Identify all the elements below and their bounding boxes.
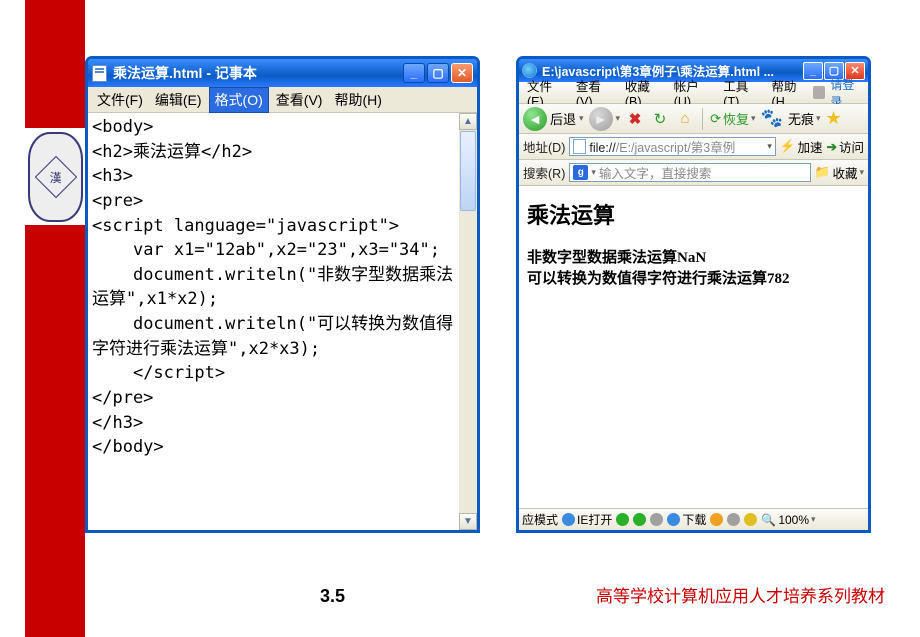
minimize-button[interactable]: _ xyxy=(403,63,425,83)
chevron-down-icon: ▾ xyxy=(811,514,816,525)
slide-red-band-bottom xyxy=(25,225,85,637)
scroll-track[interactable] xyxy=(459,212,477,513)
address-label: 地址(D) xyxy=(523,137,565,156)
chevron-down-icon: ▾ xyxy=(616,113,621,124)
folder-icon: 📁 xyxy=(815,165,831,180)
forward-button[interactable]: ► ▾ xyxy=(589,107,621,131)
go-icon: ➔ xyxy=(827,139,837,154)
status-icon-gray[interactable] xyxy=(650,513,663,526)
chevron-down-icon: ▾ xyxy=(751,113,756,124)
menu-help[interactable]: 帮助(H) xyxy=(329,88,386,112)
star-icon[interactable]: ★ xyxy=(826,108,842,129)
address-text: file:///E:/javascript/第3章例 xyxy=(589,137,735,156)
chevron-down-icon: ▾ xyxy=(859,167,864,178)
notepad-title: 乘法运算.html - 记事本 xyxy=(113,63,257,83)
ie-label: IE打开 xyxy=(577,511,612,528)
content-heading: 乘法运算 xyxy=(527,198,860,230)
menu-view[interactable]: 查看(V) xyxy=(271,88,328,112)
restore-button[interactable]: ⟳ 恢复 ▾ xyxy=(710,109,755,128)
search-engine-icon: g xyxy=(573,165,588,180)
search-bar: 搜索(R) g ▾ 输入文字，直接搜索 📁 收藏 ▾ xyxy=(519,160,868,186)
notepad-scrollbar[interactable]: ▲ ▼ xyxy=(459,113,477,530)
lightning-icon: ⚡ xyxy=(780,139,796,154)
chevron-down-icon[interactable]: ▾ xyxy=(767,141,772,152)
refresh-button[interactable]: ↻ xyxy=(650,109,670,129)
slide-red-band-top xyxy=(25,0,85,128)
paw-icon[interactable]: 🐾 xyxy=(761,108,783,129)
search-input[interactable]: g ▾ 输入文字，直接搜索 xyxy=(569,163,811,182)
notepad-titlebar[interactable]: 乘法运算.html - 记事本 _ ▢ ✕ xyxy=(88,59,477,87)
back-label: 后退 xyxy=(550,109,576,128)
menu-edit[interactable]: 编辑(E) xyxy=(150,88,207,112)
stop-button[interactable]: ✖ xyxy=(625,109,645,129)
status-icon-orange[interactable] xyxy=(710,513,723,526)
browser-toolbar: ◄ 后退 ▾ ► ▾ ✖ ↻ ⌂ ⟳ 恢复 ▾ 🐾 无痕 ▾ ★ xyxy=(519,104,868,134)
notepad-menubar: 文件(F) 编辑(E) 格式(O) 查看(V) 帮助(H) xyxy=(88,87,477,113)
footer-text: 高等学校计算机应用人才培养系列教材 xyxy=(596,582,885,607)
notepad-body: <body> <h2>乘法运算</h2> <h3> <pre> <script … xyxy=(88,113,477,530)
status-icon-green2[interactable] xyxy=(633,513,646,526)
go-button[interactable]: ➔ 访问 xyxy=(827,137,865,156)
browser-content: 乘法运算 非数字型数据乘法运算NaN 可以转换为数值得字符进行乘法运算782 xyxy=(519,186,868,508)
status-icon-yellow[interactable] xyxy=(744,513,757,526)
restore-icon: ⟳ xyxy=(710,111,721,127)
back-icon: ◄ xyxy=(523,107,547,131)
search-label: 搜索(R) xyxy=(523,163,565,182)
restore-label: 恢复 xyxy=(723,109,749,128)
slide-number: 3.5 xyxy=(320,586,345,607)
maximize-button[interactable]: ▢ xyxy=(427,63,449,83)
notepad-icon xyxy=(92,65,107,82)
browser-window: E:\javascript\第3章例子\乘法运算.html ... _ ▢ ✕ … xyxy=(516,56,871,533)
no-trace-label: 无痕 xyxy=(788,109,814,128)
block-icon[interactable] xyxy=(813,86,825,99)
search-placeholder: 输入文字，直接搜索 xyxy=(599,163,712,182)
download-label: 下载 xyxy=(682,511,706,528)
chevron-down-icon: ▾ xyxy=(816,113,821,124)
notepad-text-area[interactable]: <body> <h2>乘法运算</h2> <h3> <pre> <script … xyxy=(88,113,459,530)
address-input[interactable]: file:///E:/javascript/第3章例 ▾ xyxy=(569,137,776,156)
close-button[interactable]: ✕ xyxy=(451,63,473,83)
zoom-icon: 🔍 xyxy=(761,513,776,527)
address-bar: 地址(D) file:///E:/javascript/第3章例 ▾ ⚡ 加速 … xyxy=(519,134,868,160)
forward-icon: ► xyxy=(589,107,613,131)
university-logo: 漢 xyxy=(28,132,83,222)
content-line-2: 可以转换为数值得字符进行乘法运算782 xyxy=(527,269,860,290)
notepad-window: 乘法运算.html - 记事本 _ ▢ ✕ 文件(F) 编辑(E) 格式(O) … xyxy=(85,56,480,533)
scroll-down-icon[interactable]: ▼ xyxy=(459,513,477,530)
download-button[interactable]: 下载 xyxy=(667,511,706,528)
go-label: 访问 xyxy=(839,137,864,156)
download-icon xyxy=(667,513,680,526)
browser-statusbar: 应模式 IE打开 下载 🔍 100% ▾ xyxy=(519,508,868,530)
no-trace-button[interactable]: 无痕 ▾ xyxy=(788,109,821,128)
home-button[interactable]: ⌂ xyxy=(675,109,695,129)
page-icon xyxy=(573,139,586,154)
ie-icon xyxy=(562,513,575,526)
ie-open-button[interactable]: IE打开 xyxy=(562,511,612,528)
accelerate-button[interactable]: ⚡ 加速 xyxy=(780,137,823,156)
chevron-down-icon[interactable]: ▾ xyxy=(591,167,596,178)
accel-label: 加速 xyxy=(797,137,822,156)
scroll-thumb[interactable] xyxy=(460,131,476,211)
status-mode: 应模式 xyxy=(522,511,558,528)
scroll-up-icon[interactable]: ▲ xyxy=(459,113,477,130)
status-icon-green[interactable] xyxy=(616,513,629,526)
chevron-down-icon: ▾ xyxy=(579,113,584,124)
favorites-button[interactable]: 📁 收藏 ▾ xyxy=(815,163,864,182)
content-line-1: 非数字型数据乘法运算NaN xyxy=(527,248,860,269)
menu-format[interactable]: 格式(O) xyxy=(209,87,269,113)
browser-menubar: 文件(E) 查看(V) 收藏(B) 帐户(U) 工具(T) 帮助(H 请登录 xyxy=(519,82,868,104)
menu-file[interactable]: 文件(F) xyxy=(92,88,148,112)
zoom-value: 100% xyxy=(778,513,809,527)
toolbar-divider xyxy=(702,108,703,130)
zoom-control[interactable]: 🔍 100% ▾ xyxy=(761,513,815,527)
fav-label: 收藏 xyxy=(832,163,857,182)
back-button[interactable]: ◄ 后退 ▾ xyxy=(523,107,584,131)
status-icon-gray2[interactable] xyxy=(727,513,740,526)
